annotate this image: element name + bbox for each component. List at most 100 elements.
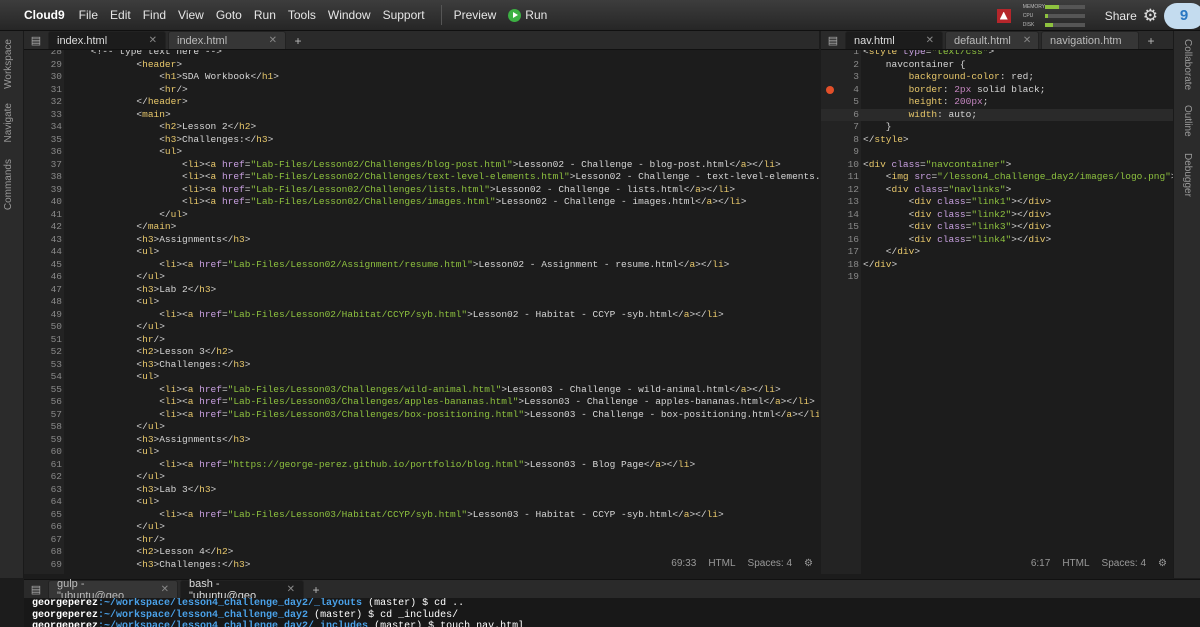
gear-icon[interactable]: ⚙ (1158, 558, 1167, 569)
line-number[interactable]: 29 (24, 59, 62, 72)
pane-menu-icon[interactable]: ▤ (24, 31, 48, 49)
left-code-editor[interactable]: 28 <!-- type text here --> 29 <header> 30 … (24, 50, 819, 574)
menu-view[interactable]: View (178, 8, 204, 22)
line-number[interactable]: 14 (821, 209, 859, 222)
side-tab-workspace[interactable]: Workspace (3, 39, 14, 89)
line-number[interactable]: 46 (24, 271, 62, 284)
line-number[interactable]: 12 (821, 184, 859, 197)
menu-edit[interactable]: Edit (110, 8, 131, 22)
line-number[interactable]: 43 (24, 234, 62, 247)
gear-icon[interactable]: ⚙ (804, 558, 813, 569)
c9-cloud-icon[interactable]: 9 (1164, 2, 1200, 29)
line-number[interactable]: 56 (24, 396, 62, 409)
side-tab-outline[interactable]: Outline (1182, 105, 1193, 137)
side-tab-navigate[interactable]: Navigate (3, 103, 14, 142)
close-icon[interactable]: ✕ (926, 35, 934, 46)
right-code-editor[interactable]: 1 <style type="text/css"> 2 navcontainer {… (821, 50, 1173, 574)
line-number[interactable]: 32 (24, 96, 62, 109)
indent-setting[interactable]: Spaces: 4 (1102, 558, 1146, 569)
syntax-mode[interactable]: HTML (1062, 558, 1089, 569)
line-number[interactable]: 17 (821, 246, 859, 259)
line-number[interactable]: 42 (24, 221, 62, 234)
cursor-position[interactable]: 69:33 (671, 558, 696, 569)
pane-menu-icon[interactable]: ▤ (821, 31, 845, 49)
line-number[interactable]: 62 (24, 471, 62, 484)
line-number[interactable]: 41 (24, 209, 62, 222)
line-number[interactable]: 58 (24, 421, 62, 434)
line-number[interactable]: 61 (24, 459, 62, 472)
terminal-output[interactable]: georgeperez:~/workspace/lesson4_challeng… (24, 598, 1200, 627)
line-number[interactable]: 11 (821, 171, 859, 184)
pane-menu-icon[interactable]: ▤ (24, 580, 48, 598)
tab-terminal-gulp[interactable]: gulp - "ubuntu@geo ✕ (48, 578, 178, 602)
line-number[interactable]: 45 (24, 259, 62, 272)
close-icon[interactable]: ✕ (269, 35, 277, 46)
line-number[interactable]: 7 (821, 121, 859, 134)
tab-navigation-htm[interactable]: navigation.htm (1041, 31, 1139, 49)
line-number[interactable]: 52 (24, 346, 62, 359)
line-number[interactable]: 65 (24, 509, 62, 522)
line-number[interactable]: 66 (24, 521, 62, 534)
line-number[interactable]: 48 (24, 296, 62, 309)
side-tab-debugger[interactable]: Debugger (1182, 153, 1193, 197)
line-number[interactable]: 38 (24, 171, 62, 184)
line-number[interactable]: 2 (821, 59, 859, 72)
line-number[interactable]: 13 (821, 196, 859, 209)
menu-find[interactable]: Find (143, 8, 166, 22)
line-number[interactable]: 40 (24, 196, 62, 209)
line-number[interactable]: 18 (821, 259, 859, 272)
line-number[interactable]: 53 (24, 359, 62, 372)
line-number[interactable]: 60 (24, 446, 62, 459)
cursor-position[interactable]: 6:17 (1031, 558, 1050, 569)
line-number[interactable]: 1 (821, 50, 859, 59)
line-number[interactable]: 15 (821, 221, 859, 234)
line-number[interactable]: 10 (821, 159, 859, 172)
breakpoint-marker[interactable] (826, 85, 834, 94)
line-number[interactable]: 31 (24, 84, 62, 97)
menu-file[interactable]: File (79, 8, 98, 22)
line-number[interactable]: 30 (24, 71, 62, 84)
line-number[interactable]: 9 (821, 146, 859, 159)
line-number[interactable]: 54 (24, 371, 62, 384)
gear-icon[interactable]: ⚙ (1143, 6, 1158, 26)
line-number[interactable]: 44 (24, 246, 62, 259)
app-logo[interactable]: Cloud9 (24, 8, 65, 22)
line-number[interactable]: 47 (24, 284, 62, 297)
new-tab-button[interactable]: + (288, 33, 308, 49)
tab-index-html[interactable]: index.html ✕ (168, 31, 286, 49)
new-terminal-button[interactable]: + (306, 582, 326, 598)
preview-button[interactable]: Preview (454, 8, 497, 22)
line-number[interactable]: 63 (24, 484, 62, 497)
close-icon[interactable]: ✕ (149, 35, 157, 46)
line-number[interactable]: 8 (821, 134, 859, 147)
menu-goto[interactable]: Goto (216, 8, 242, 22)
line-number[interactable]: 6 (821, 109, 859, 122)
line-number[interactable]: 36 (24, 146, 62, 159)
side-tab-collaborate[interactable]: Collaborate (1182, 39, 1193, 90)
side-tab-commands[interactable]: Commands (3, 159, 14, 210)
line-number[interactable]: 19 (821, 271, 859, 284)
menu-window[interactable]: Window (328, 8, 371, 22)
line-number[interactable]: 28 (24, 50, 62, 59)
close-icon[interactable]: ✕ (161, 584, 169, 595)
line-number[interactable]: 64 (24, 496, 62, 509)
line-number[interactable]: 37 (24, 159, 62, 172)
line-number[interactable]: 35 (24, 134, 62, 147)
tab-nav-html[interactable]: nav.html ✕ (845, 31, 943, 49)
syntax-mode[interactable]: HTML (708, 558, 735, 569)
line-number[interactable]: 59 (24, 434, 62, 447)
line-number[interactable]: 49 (24, 309, 62, 322)
tab-terminal-bash[interactable]: bash - "ubuntu@geo ✕ (180, 578, 304, 602)
resource-monitor[interactable]: MEMORY CPU DISK (996, 3, 1085, 29)
new-tab-button[interactable]: + (1141, 33, 1161, 49)
menu-tools[interactable]: Tools (288, 8, 316, 22)
line-number[interactable]: 67 (24, 534, 62, 547)
tab-index-html-active[interactable]: index.html ✕ (48, 31, 166, 49)
share-button[interactable]: Share (1105, 9, 1137, 23)
line-number[interactable]: 34 (24, 121, 62, 134)
line-number[interactable]: 50 (24, 321, 62, 334)
line-number[interactable]: 57 (24, 409, 62, 422)
line-number[interactable]: 55 (24, 384, 62, 397)
line-number[interactable]: 39 (24, 184, 62, 197)
line-number[interactable]: 3 (821, 71, 859, 84)
